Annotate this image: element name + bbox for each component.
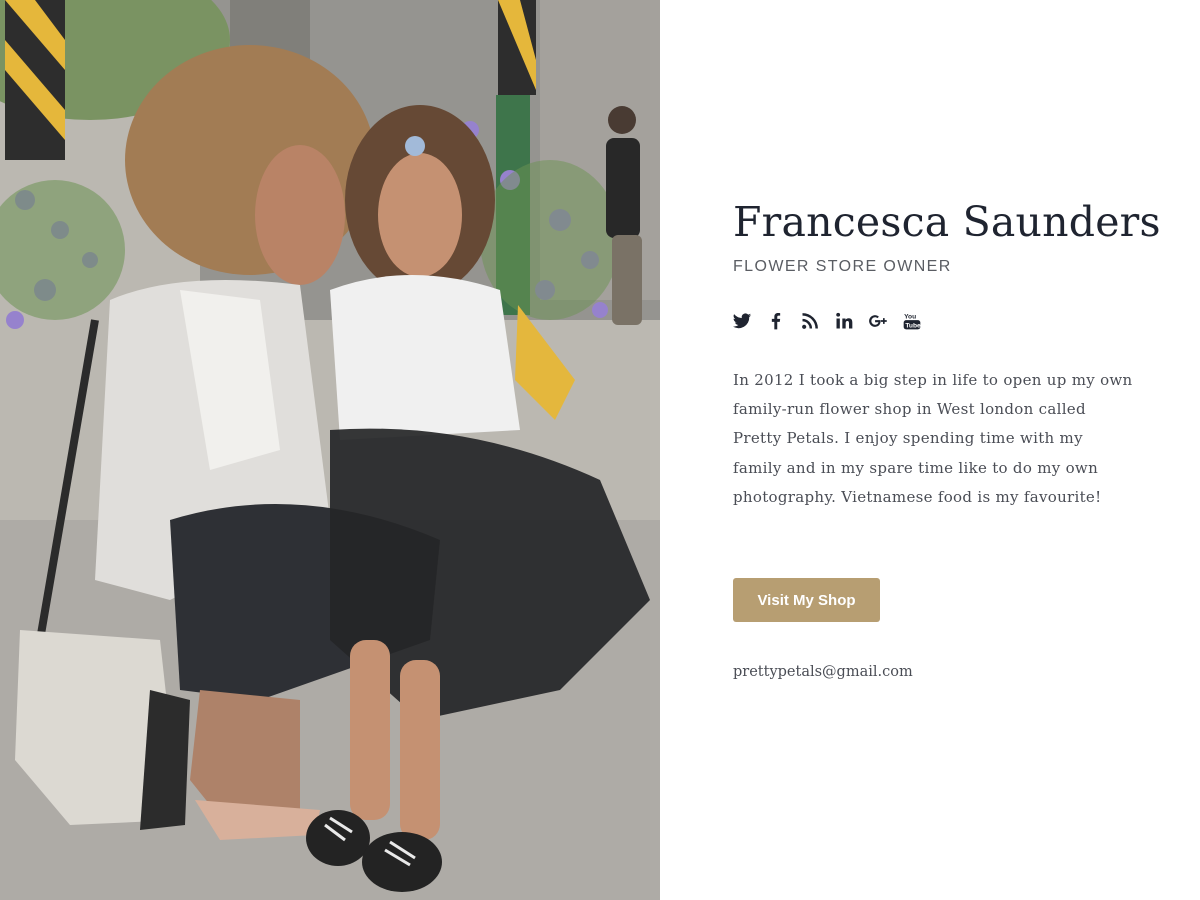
profile-bio: In 2012 I took a big step in life to ope… xyxy=(733,371,1133,506)
twitter-icon[interactable] xyxy=(731,309,753,333)
profile-panel: Francesca Saunders FLOWER STORE OWNER Yo… xyxy=(660,0,1200,900)
youtube-icon[interactable]: You Tube xyxy=(901,309,923,333)
svg-text:Tube: Tube xyxy=(905,323,921,330)
email-link[interactable]: prettypetals@gmail.com xyxy=(733,664,913,680)
profile-name: Francesca Saunders xyxy=(733,198,1161,246)
social-links: You Tube xyxy=(731,309,923,333)
facebook-icon[interactable] xyxy=(765,309,787,333)
rss-icon[interactable] xyxy=(799,309,821,333)
profile-photo xyxy=(0,0,660,900)
linkedin-icon[interactable] xyxy=(833,309,855,333)
profile-role: FLOWER STORE OWNER xyxy=(733,258,952,275)
profile-page: Francesca Saunders FLOWER STORE OWNER Yo… xyxy=(0,0,1200,900)
google-plus-icon[interactable] xyxy=(867,309,889,333)
svg-text:You: You xyxy=(904,314,916,321)
visit-shop-button[interactable]: Visit My Shop xyxy=(733,578,880,622)
photo-illustration xyxy=(0,0,660,900)
